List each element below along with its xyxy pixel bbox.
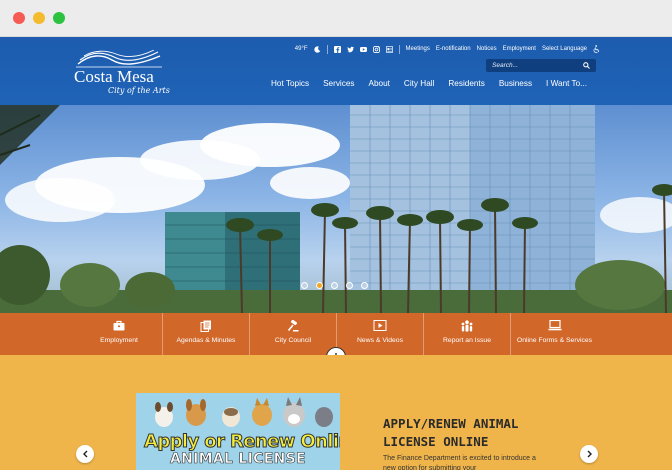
slider-prev-button[interactable] xyxy=(76,445,94,463)
animal-license-image[interactable]: Apply or Renew Online ANIMAL LICENSE xyxy=(136,393,340,470)
divider xyxy=(326,44,328,54)
slider-next-button[interactable] xyxy=(580,445,598,463)
carousel-dot[interactable] xyxy=(301,282,308,289)
nav-hot-topics[interactable]: Hot Topics xyxy=(264,79,316,88)
quick-link-employment[interactable]: Employment xyxy=(76,313,163,355)
feature-title[interactable]: APPLY/RENEW ANIMAL LICENSE ONLINE xyxy=(383,415,553,451)
twitter-icon[interactable] xyxy=(346,46,354,53)
nav-business[interactable]: Business xyxy=(492,79,539,88)
browser-titlebar xyxy=(0,0,672,37)
quick-link-agendas-minutes[interactable]: Agendas & Minutes xyxy=(163,313,250,355)
briefcase-icon xyxy=(113,320,125,331)
nav-services[interactable]: Services xyxy=(316,79,361,88)
quick-link-label: Employment xyxy=(100,337,138,344)
image-headline: Apply or Renew Online xyxy=(143,431,340,453)
carousel-dot[interactable] xyxy=(361,282,368,289)
search-input[interactable] xyxy=(492,59,582,72)
logo-tagline: City of the Arts xyxy=(108,86,170,95)
facebook-icon[interactable] xyxy=(333,45,341,53)
logo-name: Costa Mesa xyxy=(74,67,154,86)
logo-waves-icon xyxy=(76,50,162,68)
maximize-window-button[interactable] xyxy=(53,12,65,24)
moon-icon xyxy=(313,45,320,53)
site-header: Costa Mesa City of the Arts 49°F Meeting… xyxy=(0,37,672,105)
utility-link-employment[interactable]: Employment xyxy=(503,46,536,52)
quick-link-label: City Council xyxy=(274,337,312,344)
quick-link-report-issue[interactable]: Report an Issue xyxy=(424,313,511,355)
utility-link-notices[interactable]: Notices xyxy=(477,46,497,52)
video-icon xyxy=(373,320,387,331)
nav-about[interactable]: About xyxy=(362,79,397,88)
select-language-dropdown[interactable]: Select Language xyxy=(542,46,587,52)
divider xyxy=(398,44,400,54)
weather-readout: 49°F xyxy=(294,46,308,52)
image-subheadline: ANIMAL LICENSE xyxy=(170,451,306,468)
feature-description: The Finance Department is excited to int… xyxy=(383,455,536,470)
chevron-right-icon xyxy=(587,450,592,458)
chevron-left-icon xyxy=(82,450,87,458)
costa-mesa-logo[interactable]: Costa Mesa City of the Arts xyxy=(74,50,170,100)
laptop-icon xyxy=(548,320,561,331)
news-feed-icon[interactable] xyxy=(385,45,393,53)
accessibility-icon[interactable] xyxy=(593,45,600,53)
instagram-icon[interactable] xyxy=(372,45,380,53)
quick-link-online-forms[interactable]: Online Forms & Services xyxy=(511,313,598,355)
utility-link-enotification[interactable]: E-notification xyxy=(436,46,471,52)
main-nav: Hot Topics Services About City Hall Resi… xyxy=(264,79,594,88)
nav-city-hall[interactable]: City Hall xyxy=(397,79,441,88)
quick-link-label: Agendas & Minutes xyxy=(176,337,236,344)
quick-link-label: Online Forms & Services xyxy=(516,337,593,344)
carousel-dot-active[interactable] xyxy=(316,282,323,289)
carousel-indicators xyxy=(301,282,368,289)
utility-link-meetings[interactable]: Meetings xyxy=(406,46,430,52)
search-icon[interactable] xyxy=(583,62,590,69)
quick-link-city-council[interactable]: City Council xyxy=(250,313,337,355)
close-window-button[interactable] xyxy=(13,12,25,24)
carousel-dot[interactable] xyxy=(346,282,353,289)
hero-banner xyxy=(0,105,672,313)
utility-bar: 49°F Meetings E-notification Notices Emp… xyxy=(295,43,600,55)
documents-icon xyxy=(200,320,211,332)
minimize-window-button[interactable] xyxy=(33,12,45,24)
featured-news-section: Apply or Renew Online ANIMAL LICENSE APP… xyxy=(0,355,672,470)
quick-link-news-videos[interactable]: News & Videos xyxy=(337,313,424,355)
youtube-icon[interactable] xyxy=(359,46,367,53)
gavel-icon xyxy=(287,320,299,332)
nav-residents[interactable]: Residents xyxy=(441,79,491,88)
quick-link-label: Report an Issue xyxy=(443,337,491,344)
quick-link-label: News & Videos xyxy=(357,337,403,344)
search-box xyxy=(486,59,596,72)
carousel-dot[interactable] xyxy=(331,282,338,289)
nav-i-want-to[interactable]: I Want To... xyxy=(539,79,594,88)
people-icon xyxy=(461,320,473,332)
